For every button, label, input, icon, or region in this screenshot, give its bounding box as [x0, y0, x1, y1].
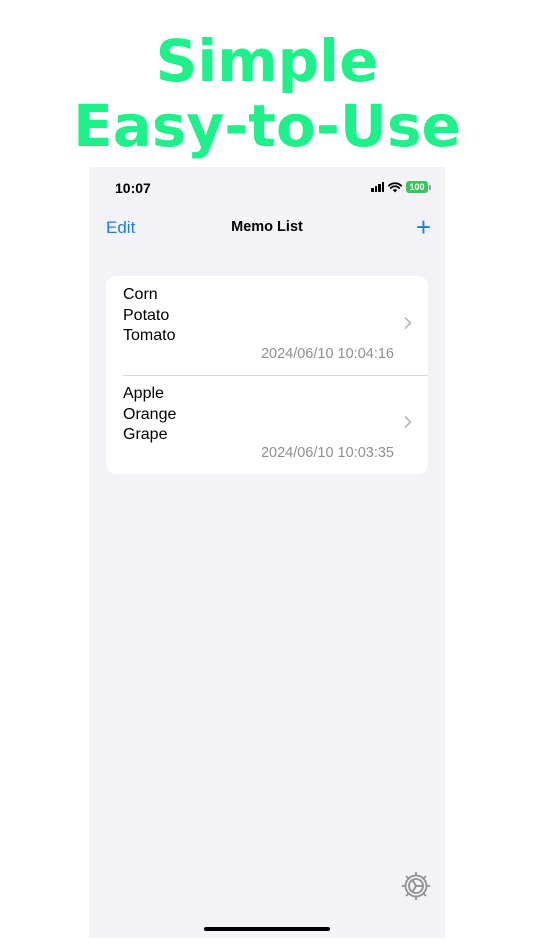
memo-row[interactable]: Corn Potato Tomato 2024/06/10 10:04:16: [106, 276, 428, 375]
gear-icon[interactable]: [400, 870, 432, 902]
status-time: 10:07: [115, 180, 151, 196]
memo-list: Corn Potato Tomato 2024/06/10 10:04:16 A…: [106, 276, 428, 474]
headline-line-1: Simple: [155, 27, 379, 95]
memo-line: Orange: [123, 405, 177, 423]
headline-line-2: Easy-to-Use: [73, 92, 461, 160]
battery-icon: 100: [406, 181, 431, 193]
home-indicator[interactable]: [204, 927, 330, 931]
memo-line: Corn: [123, 286, 158, 303]
memo-row[interactable]: Apple Orange Grape 2024/06/10 10:03:35: [106, 375, 428, 474]
chevron-right-icon: [404, 416, 412, 428]
signal-icon: [371, 182, 384, 192]
page-title: Memo List: [231, 219, 303, 235]
chevron-right-icon: [404, 317, 412, 329]
wifi-icon: [388, 181, 402, 192]
memo-preview: Apple Orange Grape: [123, 384, 176, 446]
battery-percent: 100: [406, 181, 428, 193]
memo-preview: Corn Potato Tomato: [123, 285, 175, 347]
phone-screen: 10:07 100 Edit Memo List + Corn Potato T…: [89, 167, 445, 938]
add-memo-button[interactable]: +: [416, 214, 431, 240]
memo-timestamp: 2024/06/10 10:04:16: [260, 346, 394, 362]
status-icons: 100: [371, 181, 431, 193]
memo-line: Grape: [123, 426, 168, 443]
memo-timestamp: 2024/06/10 10:03:35: [260, 445, 394, 461]
memo-line: Apple: [123, 385, 164, 402]
memo-line: Tomato: [123, 327, 176, 344]
memo-line: Potato: [123, 306, 170, 324]
